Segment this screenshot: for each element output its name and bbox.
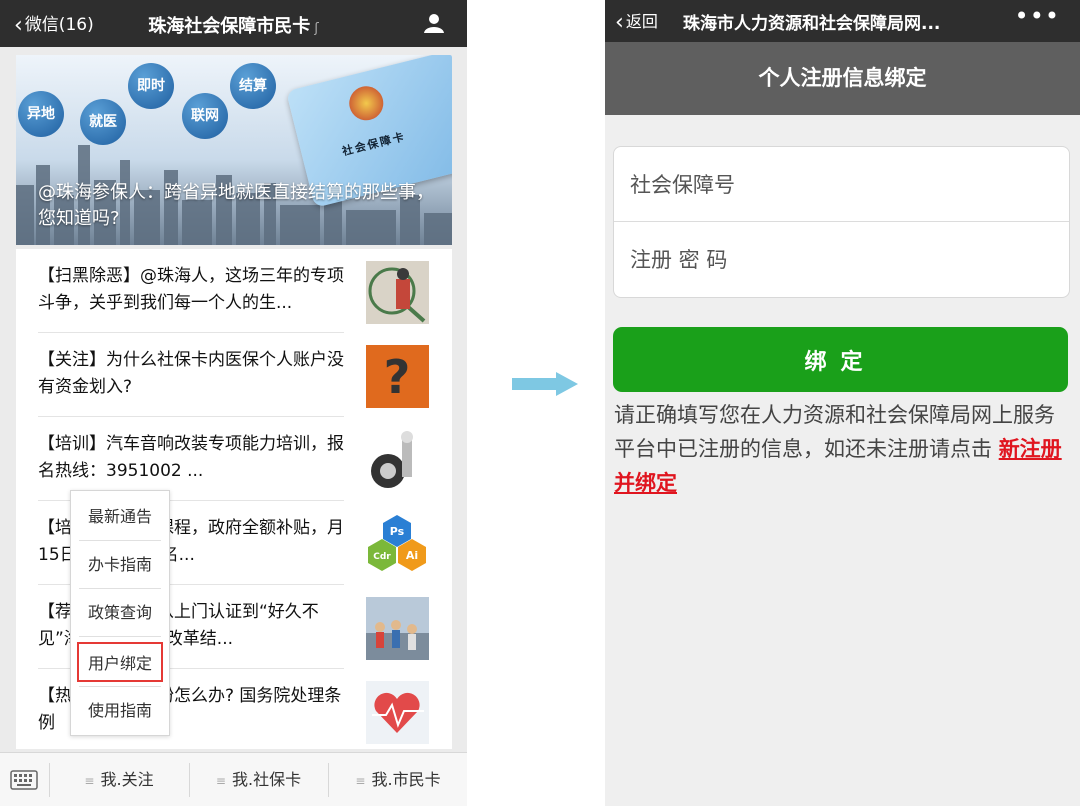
svg-text:?: ? <box>384 350 411 404</box>
menu-item-policy-query[interactable]: 政策查询 <box>77 593 163 633</box>
popup-menu: 最新通告 办卡指南 政策查询 用户绑定 使用指南 <box>70 490 170 736</box>
earpiece-icon: ʃ <box>314 21 319 36</box>
right-nav-bar: ‹ 返回 珠海市人力资源和社会保障局网... ••• <box>605 0 1080 42</box>
car-wheel-thumbnail <box>366 429 429 492</box>
bind-button[interactable]: 绑定 <box>613 327 1068 392</box>
ssn-field-row <box>614 147 1069 223</box>
page-title-text: 珠海社会保障市民卡 <box>148 16 311 37</box>
list-item[interactable]: 【扫黑除恶】@珠海人，这场三年的专项斗争，关乎到我们每一个人的生... <box>16 249 452 333</box>
bottom-menu-bar: ≡ 我.关注 ≡ 我.社保卡 ≡ 我.市民卡 <box>0 752 467 806</box>
tab-label: 我.社保卡 <box>231 770 302 789</box>
right-phone-screen: ‹返回 珠海市人力资源和社会保障局网... ••• 个人注册信息绑定 绑定 请正… <box>605 0 1080 806</box>
menu-item-user-binding[interactable]: 用户绑定 <box>77 642 163 682</box>
back-label: 返回 <box>625 12 658 31</box>
menu-lines-icon: ≡ <box>84 774 95 788</box>
menu-item-latest-notice[interactable]: 最新通告 <box>77 497 163 537</box>
menu-item-usage-guide[interactable]: 使用指南 <box>77 691 163 731</box>
crowd-photo-thumbnail <box>366 597 429 660</box>
tab-label: 我.关注 <box>100 770 154 789</box>
medical-heart-thumbnail <box>366 681 429 744</box>
keyboard-icon[interactable] <box>10 770 38 790</box>
svg-text:Ps: Ps <box>390 525 405 538</box>
card-label: 社会保障卡 <box>340 129 408 159</box>
password-field-row <box>614 222 1069 298</box>
svg-text:Ai: Ai <box>406 549 418 562</box>
registration-password-input[interactable] <box>628 222 1052 298</box>
tab-my-social-card[interactable]: ≡ 我.社保卡 <box>190 753 327 806</box>
bubble-remote: 异地 <box>18 91 64 137</box>
user-profile-icon[interactable] <box>423 12 445 34</box>
question-mark-thumbnail: ? <box>366 345 429 408</box>
svg-text:Cdr: Cdr <box>373 552 391 562</box>
menu-lines-icon: ≡ <box>355 774 366 788</box>
divider <box>79 540 161 541</box>
tab-my-citizen-card[interactable]: ≡ 我.市民卡 <box>329 753 467 806</box>
divider <box>79 636 161 637</box>
social-security-number-input[interactable] <box>628 147 1052 223</box>
hero-banner[interactable]: 异地 就医 即时 联网 结算 社会保障卡 @珠海参保人：跨省异地就医直接结算的那… <box>16 55 452 245</box>
transition-arrow-icon <box>512 372 578 396</box>
instruction-text: 请正确填写您在人力资源和社会保障局网上服务平台中已注册的信息，如还未注册请点击 … <box>614 398 1064 500</box>
menu-item-card-guide[interactable]: 办卡指南 <box>77 545 163 585</box>
article-title: 【扫黑除恶】@珠海人，这场三年的专项斗争，关乎到我们每一个人的生... <box>38 266 344 313</box>
bubble-instant: 即时 <box>128 63 174 109</box>
bubble-network: 联网 <box>182 93 228 139</box>
section-header: 个人注册信息绑定 <box>605 42 1080 115</box>
divider <box>79 686 161 687</box>
left-nav-bar: ‹ 微信(16) 珠海社会保障市民卡 ʃ <box>0 0 467 47</box>
page-title: 珠海社会保障市民卡 ʃ <box>0 12 467 38</box>
left-phone-screen: ‹ 微信(16) 珠海社会保障市民卡 ʃ 异地 就医 即时 联网 结算 社会保障… <box>0 0 467 806</box>
bubble-medical: 就医 <box>80 99 126 145</box>
national-emblem-icon <box>345 82 387 124</box>
divider <box>79 588 161 589</box>
article-title: 【培训】汽车音响改装专项能力培训，报名热线：3951002 ... <box>38 434 344 481</box>
design-software-thumbnail: Ps Ai Cdr <box>366 513 429 576</box>
page-title: 珠海市人力资源和社会保障局网... <box>683 14 941 34</box>
bubble-settlement: 结算 <box>230 63 276 109</box>
tab-my-follow[interactable]: ≡ 我.关注 <box>50 753 188 806</box>
article-thumbnail <box>366 261 429 324</box>
more-options-icon[interactable]: ••• <box>1015 2 1060 30</box>
menu-lines-icon: ≡ <box>215 774 226 788</box>
chevron-left-icon: ‹ <box>615 10 624 35</box>
tab-label: 我.市民卡 <box>371 770 441 789</box>
article-title: 【关注】为什么社保卡内医保个人账户没有资金划入? <box>38 350 344 397</box>
hero-caption: @珠海参保人：跨省异地就医直接结算的那些事，您知道吗? <box>38 182 434 229</box>
list-item[interactable]: 【培训】汽车音响改装专项能力培训，报名热线：3951002 ... <box>16 417 452 501</box>
binding-form <box>613 146 1070 298</box>
instruction-body: 请正确填写您在人力资源和社会保障局网上服务平台中已注册的信息，如还未注册请点击 <box>614 403 1055 461</box>
list-item[interactable]: 【关注】为什么社保卡内医保个人账户没有资金划入? ? <box>16 333 452 417</box>
back-button[interactable]: ‹ 返回 <box>615 8 658 35</box>
